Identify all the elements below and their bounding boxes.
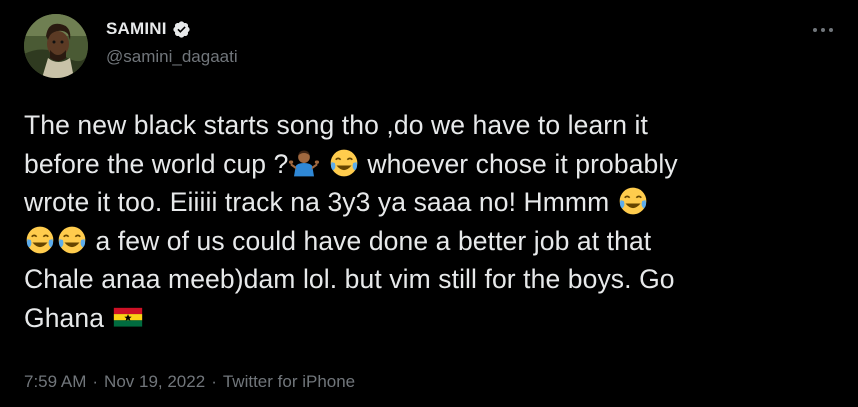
author-handle[interactable]: @samini_dagaati bbox=[106, 47, 238, 67]
tweet-text: The new black starts song tho ,do we hav… bbox=[24, 106, 844, 337]
face-with-tears-of-joy-emoji bbox=[618, 186, 648, 216]
tweet-source: Twitter for iPhone bbox=[222, 372, 356, 391]
tweet-meta: 7:59 AM · Nov 19, 2022 · Twitter for iPh… bbox=[24, 372, 355, 392]
tweet-line: a few of us could have done a better job… bbox=[95, 225, 652, 256]
verified-badge-icon bbox=[172, 20, 191, 39]
tweet-line: before the world cup ? bbox=[24, 148, 289, 179]
tweet-time-link[interactable]: 7:59 AM bbox=[24, 372, 86, 392]
tweet-date-link[interactable]: Nov 19, 2022 bbox=[104, 372, 205, 392]
meta-separator: · bbox=[92, 372, 99, 391]
face-with-tears-of-joy-emoji bbox=[25, 225, 55, 255]
avatar[interactable] bbox=[24, 14, 88, 78]
display-name-row: SAMINI bbox=[106, 18, 238, 40]
face-with-tears-of-joy-emoji bbox=[57, 225, 87, 255]
face-with-tears-of-joy-emoji bbox=[329, 148, 359, 178]
author-block: SAMINI @samini_dagaati bbox=[106, 18, 238, 67]
tweet-line: Chale anaa meeb)dam lol. but vim still f… bbox=[24, 264, 675, 294]
tweet-line: whoever chose it probably bbox=[367, 148, 678, 179]
tweet-line: Ghana bbox=[24, 302, 105, 333]
tweet-line: The new black starts song tho ,do we hav… bbox=[24, 110, 648, 140]
tweet-card: SAMINI @samini_dagaati The new black sta… bbox=[0, 0, 858, 407]
man-shrugging-emoji bbox=[289, 148, 320, 178]
ghana-flag-emoji bbox=[113, 302, 143, 332]
avatar-image bbox=[24, 14, 88, 78]
tweet-line: wrote it too. Eiiiii track na 3y3 ya saa… bbox=[24, 187, 610, 217]
more-options-icon[interactable] bbox=[810, 20, 836, 40]
display-name[interactable]: SAMINI bbox=[106, 19, 167, 39]
meta-separator: · bbox=[211, 372, 217, 391]
